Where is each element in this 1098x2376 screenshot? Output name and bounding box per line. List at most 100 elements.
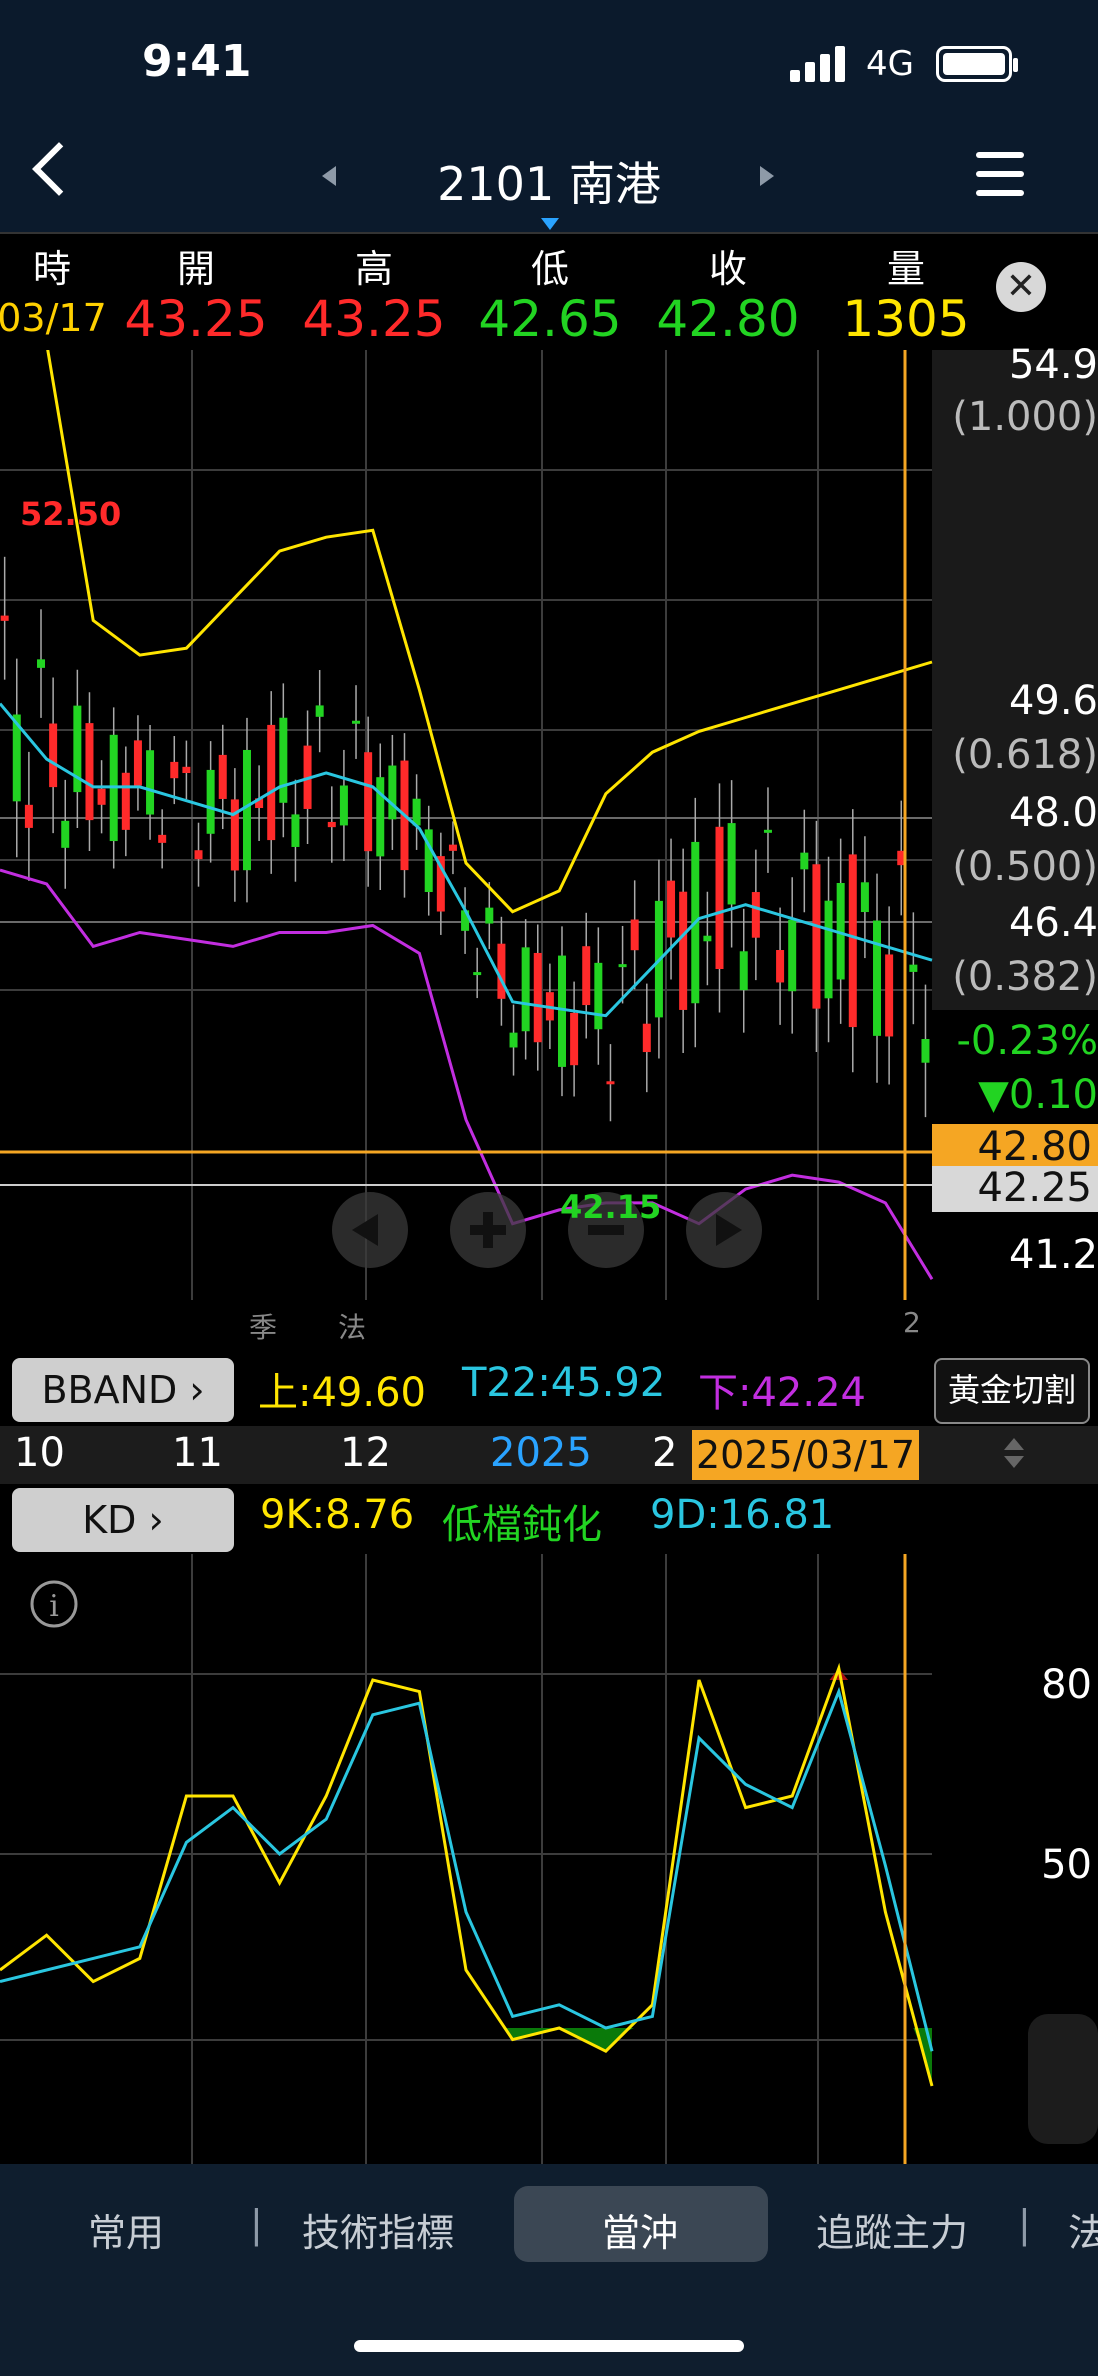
- candle-body: [170, 761, 179, 779]
- tab-separator: |: [1018, 2202, 1031, 2246]
- quote-header-open: 開: [176, 247, 215, 291]
- kd-k-value: 9K:8.76: [260, 1492, 415, 1538]
- kd-button[interactable]: KD ›: [12, 1488, 234, 1552]
- candle-body: [727, 823, 736, 905]
- price-label-382: 46.4: [1008, 900, 1098, 946]
- candle-body: [339, 785, 348, 826]
- candle-body: [242, 749, 251, 871]
- quote-value-volume: 1305: [842, 290, 970, 348]
- title-dropdown-icon[interactable]: [541, 218, 559, 230]
- candle-body: [279, 717, 288, 803]
- candle-body: [509, 1032, 518, 1048]
- quote-value-low: 42.65: [478, 290, 622, 348]
- tab-daytrade[interactable]: 當沖: [602, 2202, 678, 2257]
- candle-body: [315, 705, 324, 717]
- candle-body: [570, 1012, 579, 1066]
- candle-body: [194, 850, 203, 860]
- quote-value-open: 43.25: [124, 290, 268, 348]
- candle-body: [739, 951, 748, 991]
- chevron-up-icon[interactable]: [1004, 1438, 1024, 1450]
- candle-body: [812, 864, 821, 1009]
- tab-bar: 常用 | 技術指標 當沖 追蹤主力 | 法: [0, 2164, 1098, 2284]
- candle-body: [485, 907, 494, 924]
- home-indicator[interactable]: [354, 2340, 744, 2352]
- quote-header-low: 低: [530, 247, 569, 291]
- candle-body: [97, 788, 106, 805]
- bband-mid: T22:45.92: [462, 1360, 666, 1406]
- info-icon-glyph: i: [49, 1589, 59, 1624]
- selected-date: 2025/03/17: [692, 1430, 920, 1480]
- menu-icon[interactable]: [976, 152, 1024, 196]
- battery-icon: [936, 46, 1012, 82]
- candle-body: [824, 900, 833, 999]
- law-label: 法: [338, 1311, 367, 1344]
- close-icon[interactable]: ✕: [996, 262, 1046, 312]
- high-marker: 52.50: [20, 495, 121, 533]
- candle-body: [230, 799, 239, 871]
- battery-nub: [1013, 58, 1018, 72]
- price-ratio-1000: (1.000): [952, 394, 1098, 440]
- bottom-safe-area: [0, 2284, 1098, 2376]
- candle-body: [24, 804, 33, 828]
- quote-header-close: 收: [708, 247, 747, 291]
- date-tick: 2: [652, 1430, 678, 1476]
- bband-button[interactable]: BBAND ›: [12, 1358, 234, 1422]
- price-ratio-382: (0.382): [952, 954, 1098, 1000]
- tab-common[interactable]: 常用: [88, 2202, 164, 2257]
- candle-body: [715, 826, 724, 969]
- kd-level-80: 80: [1041, 1662, 1092, 1708]
- candle-body: [873, 920, 882, 1036]
- candle-body: [848, 854, 857, 1028]
- candle-body: [751, 892, 760, 938]
- candle-body: [909, 964, 918, 972]
- candle-body: [388, 765, 397, 820]
- status-time: 9:41: [142, 36, 252, 87]
- price-label-bottom: 41.2: [1008, 1232, 1098, 1278]
- date-tick: 11: [172, 1430, 223, 1476]
- season-label: 季: [249, 1311, 278, 1344]
- tab-law[interactable]: 法: [1068, 2202, 1098, 2257]
- candle-body: [448, 844, 457, 851]
- kd-bar: KD › 9K:8.76 低檔鈍化 9D:16.81: [0, 1484, 1098, 1554]
- quote-value-high: 43.25: [302, 290, 446, 348]
- candle-body: [473, 972, 482, 976]
- candle-body: [146, 750, 155, 815]
- price-ratio-500: (0.500): [952, 844, 1098, 890]
- quote-header-volume: 量: [886, 247, 925, 291]
- candle-body: [679, 891, 688, 1010]
- chevron-down-icon[interactable]: [1004, 1456, 1024, 1468]
- page-label: 2: [903, 1306, 921, 1339]
- change-amount: ▼0.10: [978, 1072, 1098, 1118]
- candle-body: [158, 834, 167, 843]
- kd-chart[interactable]: i 80 50 20: [0, 1554, 1098, 2164]
- kd-d-value: 9D:16.81: [650, 1492, 835, 1538]
- minus-icon: [588, 1225, 624, 1235]
- candle-body: [885, 954, 894, 1037]
- tab-technical[interactable]: 技術指標: [302, 2202, 454, 2257]
- price-label-1000: 54.9: [1008, 342, 1098, 388]
- candle-body: [763, 829, 772, 833]
- next-stock-icon[interactable]: [760, 166, 774, 186]
- candle-body: [182, 766, 191, 773]
- candle-body: [860, 882, 869, 913]
- candle-body: [557, 955, 566, 1067]
- candle-body: [61, 820, 70, 848]
- crosshair-price-tag: 42.25: [932, 1166, 1098, 1212]
- date-tick-year: 2025: [490, 1430, 592, 1476]
- tab-track-main[interactable]: 追蹤主力: [816, 2202, 968, 2257]
- network-label: 4G: [866, 44, 914, 84]
- quote-header-high: 高: [354, 247, 393, 291]
- candle-body: [218, 754, 227, 799]
- candle-body: [267, 724, 276, 841]
- candle-body: [133, 740, 142, 786]
- candle-body: [364, 752, 373, 852]
- price-label-500: 48.0: [1008, 790, 1098, 836]
- page-title: 2101 南港: [437, 157, 661, 211]
- signal-icon: [790, 46, 848, 82]
- candle-body: [618, 964, 627, 968]
- side-handle[interactable]: [1028, 2014, 1098, 2144]
- candle-body: [582, 946, 591, 1006]
- golden-section-button[interactable]: 黃金切割: [934, 1358, 1090, 1424]
- date-axis[interactable]: 10 11 12 2025 2 2025/03/17: [0, 1426, 1098, 1484]
- quote-header-time: 時: [32, 247, 71, 291]
